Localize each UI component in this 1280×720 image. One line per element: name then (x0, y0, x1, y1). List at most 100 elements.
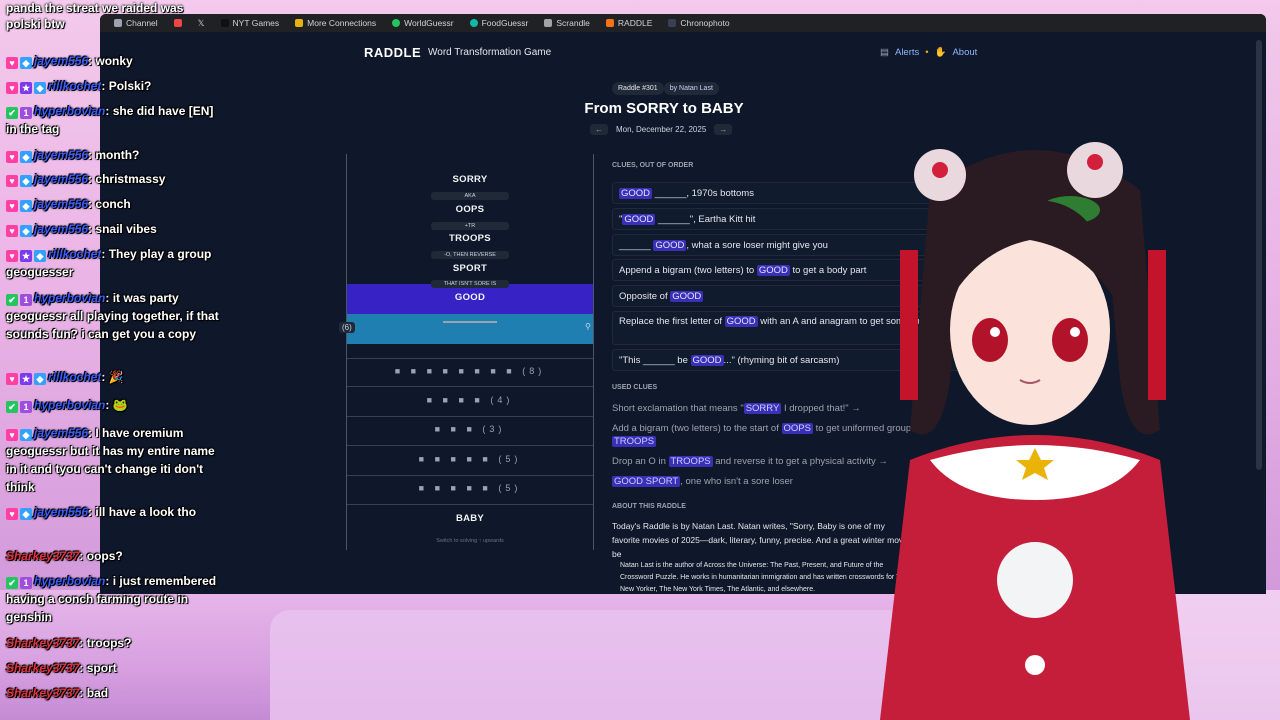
date-nav: ← Mon, December 22, 2025 → (590, 124, 733, 135)
chat-message: ♥ ★ ◆ rillkochet: They play a group geogues… (6, 247, 212, 279)
heart-badge-icon: ♥ (6, 151, 18, 163)
blank-word-row[interactable]: ■ ■ ■ ■ ■ (5) (347, 454, 593, 464)
bookmark-x[interactable]: 𝕏 (198, 18, 205, 29)
star-badge-icon: ★ (20, 82, 32, 94)
answer-input-row[interactable] (347, 314, 593, 344)
one-badge-icon: 1 (20, 577, 32, 589)
chat-message: Sharkey3737: troops? (6, 636, 132, 650)
ladder-word-good: GOOD (454, 292, 486, 303)
chat-text: sport (86, 661, 117, 675)
chat-username[interactable]: jayem556 (34, 222, 88, 236)
chat-username[interactable]: rillkochet (48, 79, 101, 93)
one-badge-icon: 1 (20, 401, 32, 413)
heart-badge-icon: ♥ (6, 250, 18, 262)
chat-username[interactable]: jayem556 (34, 197, 88, 211)
chat-username[interactable]: Sharkey3737 (6, 549, 79, 563)
heart-badge-icon: ♥ (6, 225, 18, 237)
one-badge-icon: 1 (20, 294, 32, 306)
heart-badge-icon: ♥ (6, 373, 18, 385)
chat-message: ♥ ◆ jayem556: snail vibes (6, 220, 221, 238)
chat-username[interactable]: jayem556 (34, 148, 88, 162)
heart-badge-icon: ♥ (6, 57, 18, 69)
blank-word-row[interactable]: ■ ■ ■ (3) (347, 424, 593, 434)
prev-day-button[interactable]: ← (590, 124, 608, 135)
heart-badge-icon: ♥ (6, 175, 18, 187)
ladder-hint: AKA (431, 192, 509, 200)
chat-username[interactable]: jayem556 (34, 54, 88, 68)
ladder-word-sport: SPORT (452, 263, 488, 274)
ladder-hint: -O, THEN REVERSE (431, 251, 509, 259)
chat-message: ♥ ◆ jayem556: ill have a look tho (6, 503, 221, 521)
star-badge-icon: ★ (20, 373, 32, 385)
bookmark-nyt[interactable]: NYT Games (220, 18, 279, 28)
chat-username[interactable]: Sharkey3737 (6, 661, 79, 675)
alerts-link[interactable]: Alerts (895, 47, 919, 58)
gem-badge-icon: ◆ (20, 57, 32, 69)
puzzle-number: Raddle #301 (612, 82, 664, 95)
chat-username[interactable]: Sharkey3737 (6, 636, 79, 650)
bookmark-worldguessr[interactable]: WorldGuessr (392, 18, 454, 28)
heart-badge-icon: ♥ (6, 429, 18, 441)
gem-badge-icon: ◆ (20, 508, 32, 520)
bookmark-foodguessr[interactable]: FoodGuessr (469, 18, 528, 28)
chat-username[interactable]: jayem556 (34, 426, 88, 440)
bookmark-scrandle[interactable]: Scrandle (544, 18, 590, 28)
raddle-icon (605, 19, 614, 27)
chat-username[interactable]: hyperbovian (34, 398, 105, 412)
puzzle-author[interactable]: by Natan Last (663, 82, 719, 95)
chat-message: Sharkey3737: sport (6, 661, 117, 675)
about-link[interactable]: About (952, 47, 977, 58)
grid-icon (295, 19, 304, 27)
chat-message: ✔ 1 hyperbovian: i just remembered having … (6, 574, 217, 624)
site-header: RADDLE Word Transformation Game ▤ Alerts… (100, 40, 1266, 66)
chat-message: ♥ ★ ◆ rillkochet: 🎉 (6, 368, 221, 386)
blank-word-row[interactable]: ■ ■ ■ ■ ■ ■ ■ ■ (8) (347, 366, 593, 376)
word-ladder: SORRY AKA OOPS +TR TROOPS -O, THEN REVER… (339, 154, 594, 550)
chat-text: snail vibes (95, 222, 157, 236)
chat-text: christmassy (95, 172, 166, 186)
chat-username[interactable]: Sharkey3737 (6, 686, 79, 700)
blank-word-row[interactable]: ■ ■ ■ ■ (4) (347, 395, 593, 405)
about-icon: ✋ (934, 47, 947, 58)
ladder-hint: +TR (431, 222, 509, 230)
ladder-word-sorry: SORRY (452, 174, 488, 185)
next-day-button[interactable]: → (714, 124, 733, 135)
check-badge-icon: ✔ (6, 577, 18, 589)
vtuber-avatar (880, 142, 1190, 720)
gem-badge-icon: ◆ (20, 200, 32, 212)
chat-username[interactable]: jayem556 (34, 505, 88, 519)
chat-username[interactable]: jayem556 (34, 172, 88, 186)
chat-username[interactable]: rillkochet (48, 247, 101, 261)
site-logo[interactable]: RADDLE (364, 45, 421, 60)
chat-username[interactable]: hyperbovian (34, 291, 105, 305)
ladder-word-baby: BABY (455, 513, 485, 524)
check-badge-icon: ✔ (6, 294, 18, 306)
bookmark-connections[interactable]: More Connections (295, 18, 376, 28)
bookmark-raddle[interactable]: RADDLE (605, 18, 652, 28)
blank-word-row[interactable]: ■ ■ ■ ■ ■ (5) (347, 483, 593, 493)
chat-username[interactable]: rillkochet (48, 370, 101, 384)
bookmark-chronophoto[interactable]: Chronophoto (668, 18, 730, 28)
clues-label: CLUES, OUT OF ORDER (612, 162, 694, 169)
chat-text: oops? (86, 549, 123, 563)
chat-text: Polski? (108, 79, 152, 93)
one-badge-icon: 1 (20, 107, 32, 119)
hint-icon[interactable]: ⚲ (585, 322, 591, 331)
chat-username[interactable]: hyperbovian (34, 574, 105, 588)
photo-icon (668, 19, 677, 27)
chat-message: ✔ 1 hyperbovian: 🐸 (6, 396, 221, 414)
chat-message: ✔ 1 hyperbovian: it was party geoguessr al… (6, 291, 219, 341)
chat-username[interactable]: hyperbovian (34, 104, 105, 118)
page-scrollbar[interactable] (1256, 40, 1262, 470)
globe-icon (392, 19, 401, 27)
site-tagline: Word Transformation Game (428, 47, 552, 58)
ladder-word-troops: TROOPS (449, 233, 491, 244)
chat-text: troops? (86, 636, 132, 650)
switch-direction-link[interactable]: Switch to solving ↑ upwards (347, 538, 593, 544)
heart-badge-icon: ♥ (6, 200, 18, 212)
answer-slot (443, 321, 497, 323)
gem-badge-icon: ◆ (34, 250, 46, 262)
chat-message: ♥ ◆ jayem556: I have oremium geoguessr but… (6, 426, 215, 494)
puzzle-badges: Raddle #301 by Natan Last (612, 82, 719, 95)
chat-text: bad (86, 686, 109, 700)
